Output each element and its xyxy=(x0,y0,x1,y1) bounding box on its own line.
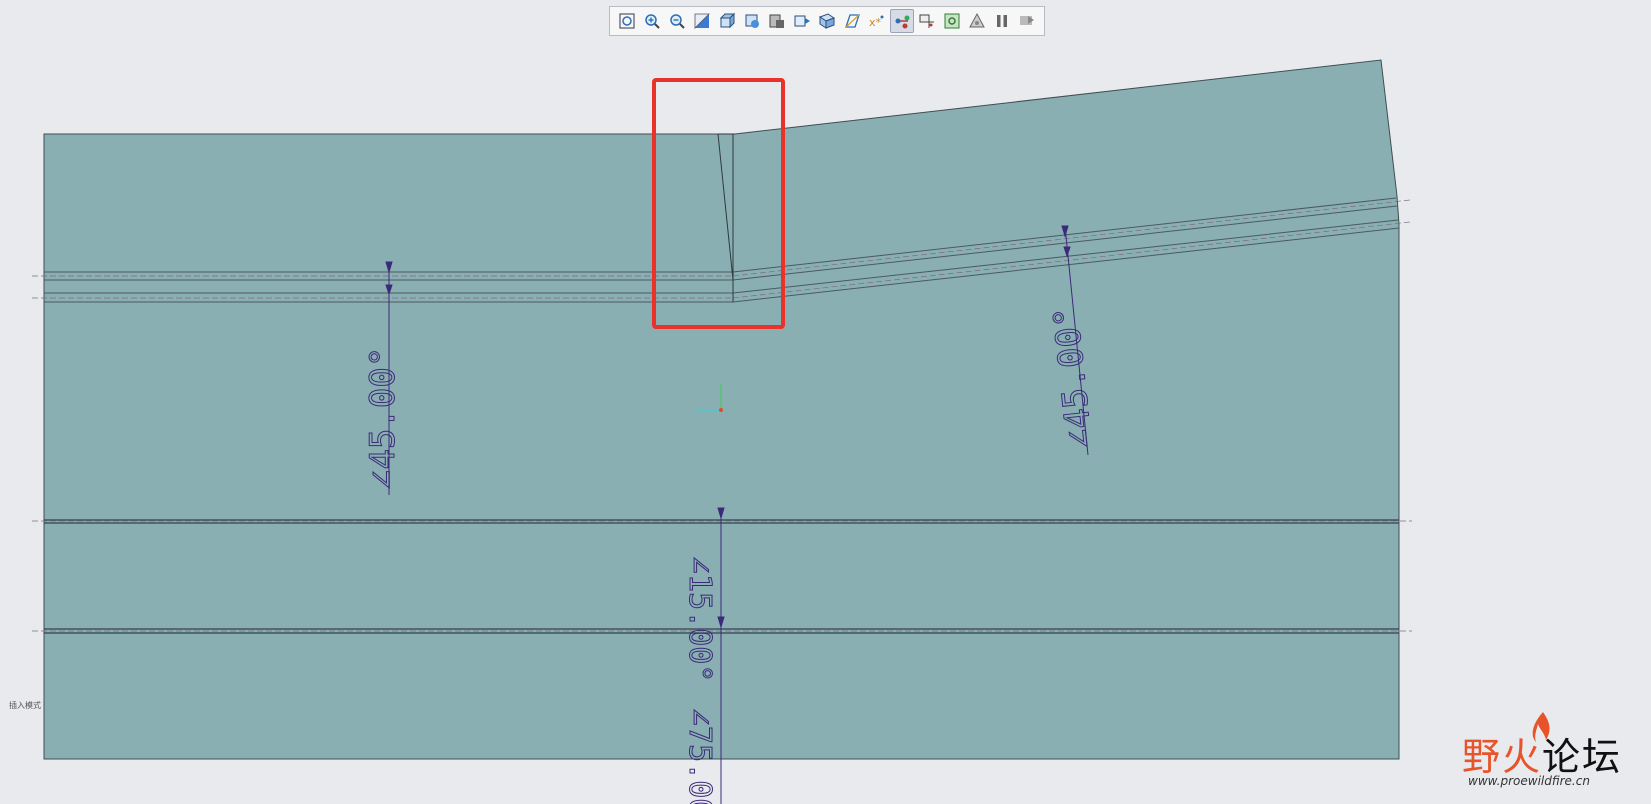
svg-text:x*: x* xyxy=(869,16,882,29)
dimension-center-upper[interactable]: ∠15.00° xyxy=(682,556,718,683)
datum-axes-icon xyxy=(895,15,910,29)
watermark-title-accent: 火 xyxy=(1502,735,1543,779)
annotations-button[interactable] xyxy=(965,9,989,33)
zoom-in-button[interactable] xyxy=(640,9,664,33)
annotations-icon xyxy=(969,12,985,28)
dimension-left-angle[interactable]: ∠45.00° xyxy=(363,346,404,490)
view-toolbar: x* xyxy=(609,6,1045,36)
watermark-logo: 野火论坛 www.proewildfire.cn xyxy=(1462,712,1647,798)
zoom-out-button[interactable] xyxy=(665,9,689,33)
watermark-title-prefix: 野 xyxy=(1462,735,1503,779)
exit-icon xyxy=(1020,16,1034,25)
saved-orientations-button[interactable] xyxy=(765,9,789,33)
datum-points-button[interactable]: x* xyxy=(865,9,889,33)
named-views-button[interactable] xyxy=(740,9,764,33)
watermark-title: 野火论坛 xyxy=(1462,726,1622,781)
coordinate-systems-button[interactable] xyxy=(915,9,939,33)
exit-button[interactable] xyxy=(1015,9,1039,33)
watermark-url: www.proewildfire.cn xyxy=(1468,774,1590,788)
view-manager-button[interactable] xyxy=(790,9,814,33)
display-style-button[interactable] xyxy=(715,9,739,33)
datum-planes-icon xyxy=(845,14,860,28)
zoom-out-icon xyxy=(670,14,685,29)
coordinate-systems-icon xyxy=(919,14,934,28)
saved-orientations-icon xyxy=(769,14,784,28)
mode-label: 插入模式 xyxy=(9,701,41,710)
datum-planes-button[interactable] xyxy=(840,9,864,33)
refit-button[interactable] xyxy=(615,9,639,33)
graphics-viewport[interactable]: ∠45.00° ∠45.00° ∠15.00° ∠75.00 xyxy=(0,0,1651,804)
named-views-icon xyxy=(745,14,759,28)
dimension-center-lower[interactable]: ∠75.00 xyxy=(682,708,718,804)
pause-icon xyxy=(997,15,1007,27)
perspective-icon xyxy=(818,13,836,29)
repaint-button[interactable] xyxy=(690,9,714,33)
spin-center-icon xyxy=(944,13,960,29)
zoom-in-icon xyxy=(645,14,660,29)
repaint-icon xyxy=(694,13,710,29)
datum-axes-button[interactable] xyxy=(890,9,914,33)
view-manager-icon xyxy=(794,15,810,27)
perspective-button[interactable] xyxy=(815,9,839,33)
datum-points-icon: x* xyxy=(869,15,884,29)
display-style-icon xyxy=(719,12,736,29)
watermark-title-suffix: 论坛 xyxy=(1542,735,1623,779)
pause-button[interactable] xyxy=(990,9,1014,33)
refit-icon xyxy=(619,13,635,29)
spin-center-button[interactable] xyxy=(940,9,964,33)
